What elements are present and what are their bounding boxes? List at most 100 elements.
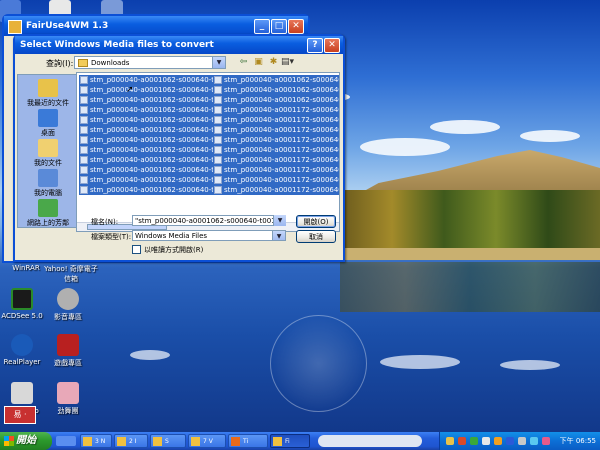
up-folder-icon[interactable]: ▣ bbox=[252, 56, 265, 69]
new-folder-icon[interactable]: ✱ bbox=[267, 56, 280, 69]
file-name: stm_p000040-a0001062-s000640-t008-c6 bbox=[90, 146, 218, 154]
file-item[interactable]: stm_p000040-a0001062-s000640-t001-c2 bbox=[79, 75, 218, 85]
tray-icon[interactable] bbox=[482, 437, 490, 445]
tray-icon[interactable] bbox=[446, 437, 454, 445]
overlay-widget[interactable]: 易 · bbox=[4, 406, 36, 424]
file-item[interactable]: stm_p000040-a0001172-s000640-t006-c bbox=[213, 155, 339, 165]
media-file-icon bbox=[214, 96, 222, 104]
start-button[interactable]: 開始 bbox=[0, 432, 52, 450]
file-name: stm_p000040-a0001172-s000640-t009-c bbox=[224, 186, 339, 194]
filename-dropdown-icon[interactable]: ▼ bbox=[273, 215, 286, 226]
back-arrow-icon[interactable]: ⇦ bbox=[237, 56, 250, 69]
file-item[interactable]: stm_p000040-a0001062-s000640-t014-c8 bbox=[213, 85, 339, 95]
file-name: stm_p000040-a0001172-s000640-t001-c bbox=[224, 106, 339, 114]
file-item[interactable]: stm_p000040-a0001062-s000640-t015-c bbox=[213, 95, 339, 105]
file-name: stm_p000040-a0001172-s000640-t006-c bbox=[224, 156, 339, 164]
chevron-down-icon[interactable]: ▼ bbox=[212, 57, 225, 68]
my-documents-icon bbox=[38, 139, 58, 157]
file-name: stm_p000040-a0001062-s000640-t004-c8 bbox=[90, 106, 218, 114]
mouse-cursor-icon: ➚ bbox=[126, 85, 134, 95]
media-file-icon bbox=[80, 176, 88, 184]
file-name: stm_p000040-a0001062-s000640-t015-c bbox=[224, 96, 339, 104]
file-item[interactable]: stm_p000040-a0001172-s000640-t008-c bbox=[213, 175, 339, 185]
file-item[interactable]: stm_p000040-a0001172-s000640-t005-c bbox=[213, 145, 339, 155]
lake-reflection bbox=[340, 262, 600, 312]
filetype-select[interactable]: Windows Media Files ▼ bbox=[132, 230, 286, 241]
file-item[interactable]: stm_p000040-a0001062-s000640-t005-c0 bbox=[79, 115, 218, 125]
tray-icon[interactable] bbox=[458, 437, 466, 445]
place-recent[interactable]: 我最近的文件 bbox=[18, 79, 78, 108]
filename-label: 檔名(N): bbox=[91, 218, 119, 226]
place-desktop[interactable]: 桌面 bbox=[18, 109, 78, 138]
chevron-down-icon[interactable]: ▼ bbox=[272, 231, 285, 240]
taskbar-item-label: S bbox=[165, 438, 169, 445]
file-item[interactable]: stm_p000040-a0001062-s000640-t004-c8 bbox=[79, 105, 218, 115]
place-my-documents[interactable]: 我的文件 bbox=[18, 139, 78, 168]
taskbar-item[interactable]: S bbox=[150, 434, 186, 448]
place-network[interactable]: 網路上的芳鄰 bbox=[18, 199, 78, 228]
file-name: stm_p000040-a0001062-s000640-t007-c4 bbox=[90, 136, 218, 144]
taskbar-item-active[interactable]: Fi bbox=[270, 434, 310, 448]
cancel-button[interactable]: 取消 bbox=[296, 230, 336, 243]
fairuse-title-bar[interactable]: FairUse4WM 1.3 _ □ ✕ bbox=[4, 16, 308, 36]
file-item[interactable]: stm_p000040-a0001062-s000640-t007-c4 bbox=[79, 135, 218, 145]
tray-icon[interactable] bbox=[494, 437, 502, 445]
taskbar-item[interactable]: 3 N bbox=[80, 434, 112, 448]
place-my-computer[interactable]: 我的電腦 bbox=[18, 169, 78, 198]
media-file-icon bbox=[214, 106, 222, 114]
file-item[interactable]: stm_p000040-a0001172-s000640-t007-c bbox=[213, 165, 339, 175]
file-item[interactable]: stm_p000040-a0001062-s000640-t013-c6 bbox=[213, 75, 339, 85]
tray-icon[interactable] bbox=[506, 437, 514, 445]
media-file-icon bbox=[214, 166, 222, 174]
file-item[interactable]: stm_p000040-a0001172-s000640-t001-c bbox=[213, 105, 339, 115]
filename-field[interactable]: "stm_p000040-a0001062-s000640-t001-c2.wm bbox=[132, 215, 274, 226]
window-group-icon bbox=[83, 437, 92, 446]
maximize-button[interactable]: □ bbox=[271, 19, 287, 34]
desktop-icon-dance[interactable]: 劲舞團 bbox=[36, 382, 100, 416]
file-list[interactable]: stm_p000040-a0001062-s000640-t001-c2 stm_… bbox=[76, 72, 340, 232]
folder-icon bbox=[78, 59, 88, 67]
view-menu-icon[interactable]: ▤▾ bbox=[281, 56, 294, 69]
lookin-combo[interactable]: Downloads ▼ bbox=[74, 56, 226, 69]
dialog-title: Select Windows Media files to convert bbox=[20, 40, 214, 50]
file-item[interactable]: stm_p000040-a0001062-s000640-t003-c6 bbox=[79, 95, 218, 105]
media-file-icon bbox=[80, 126, 88, 134]
file-item[interactable]: stm_p000040-a0001172-s000640-t009-c bbox=[213, 185, 339, 195]
dialog-close-button[interactable]: ✕ bbox=[324, 38, 340, 53]
taskbar-item[interactable]: Ti bbox=[228, 434, 268, 448]
file-item[interactable]: stm_p000040-a0001172-s000640-t004-c bbox=[213, 135, 339, 145]
file-item[interactable]: stm_p000040-a0001062-s000640-t012-c4 bbox=[79, 185, 218, 195]
network-icon[interactable] bbox=[530, 437, 538, 445]
desktop-icon-games[interactable]: 遊戲專區 bbox=[36, 334, 100, 368]
media-file-icon bbox=[214, 176, 222, 184]
dialog-title-bar[interactable]: Select Windows Media files to convert ? … bbox=[15, 36, 343, 54]
desktop-icon-media[interactable]: 影音專區 bbox=[36, 288, 100, 322]
quick-launch-icon[interactable] bbox=[56, 436, 76, 446]
volume-icon[interactable] bbox=[518, 437, 526, 445]
media-player-toolbar[interactable] bbox=[318, 435, 422, 447]
tray-icon[interactable] bbox=[542, 437, 550, 445]
cloud-reflection bbox=[380, 355, 460, 369]
place-label: 我的電腦 bbox=[34, 189, 62, 197]
file-item[interactable]: stm_p000040-a0001062-s000640-t002-c4 bbox=[79, 85, 218, 95]
minimize-button[interactable]: _ bbox=[254, 19, 270, 34]
file-item[interactable]: stm_p000040-a0001062-s000640-t011-c2 bbox=[79, 175, 218, 185]
desktop-icon-label: 影音專區 bbox=[54, 313, 82, 321]
file-item[interactable]: stm_p000040-a0001062-s000640-t010-c0 bbox=[79, 165, 218, 175]
file-item[interactable]: stm_p000040-a0001062-s000640-t006-c2 bbox=[79, 125, 218, 135]
readonly-checkbox[interactable] bbox=[132, 245, 141, 254]
help-button[interactable]: ? bbox=[307, 38, 323, 53]
desktop-icon-label: 劲舞團 bbox=[57, 407, 79, 415]
taskbar-item[interactable]: 7 V bbox=[188, 434, 226, 448]
close-button[interactable]: ✕ bbox=[288, 19, 304, 34]
tray-icon[interactable] bbox=[470, 437, 478, 445]
file-item[interactable]: stm_p000040-a0001172-s000640-t002-c bbox=[213, 115, 339, 125]
file-item[interactable]: stm_p000040-a0001062-s000640-t009-c8 bbox=[79, 155, 218, 165]
clock[interactable]: 下午 06:55 bbox=[560, 432, 596, 450]
taskbar-item[interactable]: 2 I bbox=[114, 434, 148, 448]
open-file-dialog: Select Windows Media files to convert ? … bbox=[13, 34, 345, 262]
open-button[interactable]: 開啟(O) bbox=[296, 215, 336, 228]
file-item[interactable]: stm_p000040-a0001172-s000640-t003-c bbox=[213, 125, 339, 135]
file-item[interactable]: stm_p000040-a0001062-s000640-t008-c6 bbox=[79, 145, 218, 155]
media-file-icon bbox=[214, 76, 222, 84]
